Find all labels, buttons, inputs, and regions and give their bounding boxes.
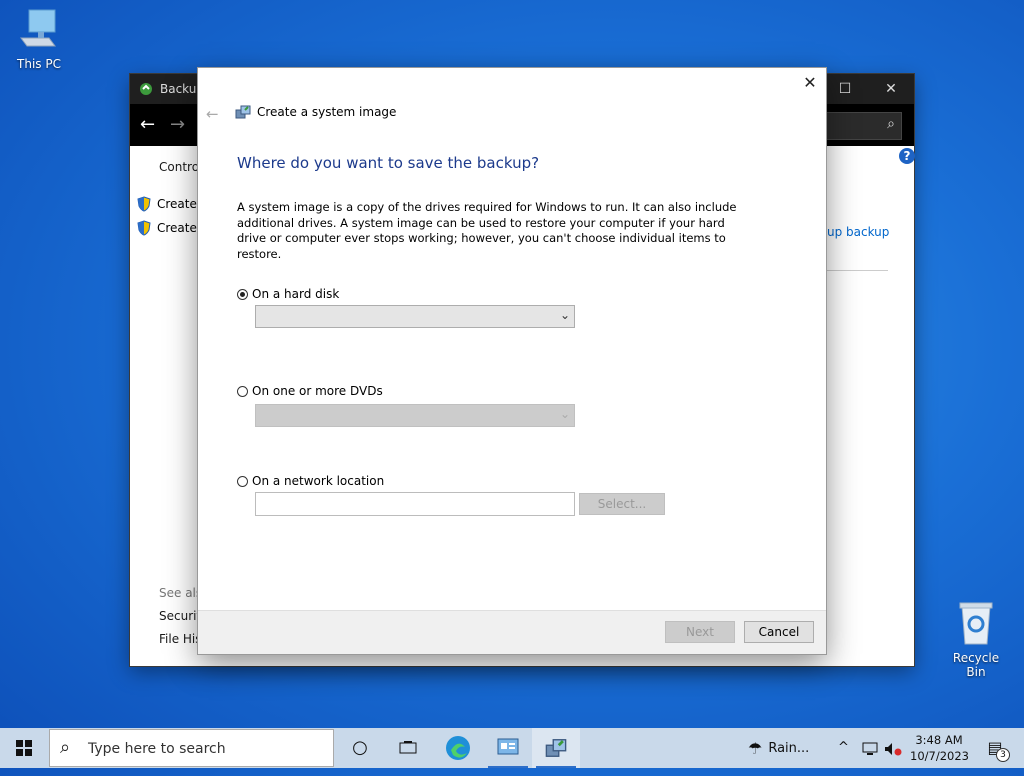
option-hard-disk[interactable]: On a hard disk — [237, 287, 339, 301]
system-image-icon — [545, 739, 567, 757]
uac-shield-icon — [137, 220, 151, 236]
network-tray-button[interactable] — [862, 728, 878, 768]
recycle-bin-icon — [959, 602, 993, 645]
help-icon[interactable]: ? — [899, 148, 915, 164]
control-panel-icon — [497, 738, 519, 755]
search-icon: ⌕ — [887, 116, 895, 132]
recycle-bin-label: Recycle Bin — [952, 651, 1000, 679]
create-system-image-dialog: ✕ ← Create a system image Where do you w… — [198, 68, 826, 654]
control-panel-home-link[interactable]: Control — [159, 160, 202, 174]
hard-disk-dropdown[interactable]: ⌄ — [255, 305, 575, 328]
this-pc-label: This PC — [17, 57, 61, 71]
show-hidden-icons-button[interactable]: ^ — [838, 728, 849, 768]
cortana-circle-icon: ○ — [352, 737, 368, 758]
dvds-label: On one or more DVDs — [252, 384, 383, 398]
dvds-radio[interactable] — [237, 385, 248, 397]
search-placeholder: Type here to search — [88, 741, 226, 757]
chevron-down-icon: ⌄ — [559, 308, 570, 322]
cancel-button[interactable]: Cancel — [744, 621, 814, 643]
clock[interactable]: 3:48 AM 10/7/2023 — [910, 728, 969, 772]
system-image-taskbar-button[interactable] — [532, 728, 580, 768]
dialog-footer: Next Cancel — [198, 610, 826, 654]
option-dvds[interactable]: On one or more DVDs — [237, 384, 383, 398]
weather-widget[interactable]: ☂ Rain... — [748, 728, 809, 768]
network-location-input[interactable] — [255, 492, 575, 516]
rain-umbrella-icon: ☂ — [748, 738, 763, 758]
notification-count: 3 — [996, 748, 1010, 762]
back-arrow-icon[interactable]: ← — [140, 114, 155, 135]
dvds-dropdown[interactable]: ⌄ — [255, 404, 575, 427]
computer-icon — [20, 9, 56, 47]
uac-shield-icon — [137, 196, 151, 212]
back-arrow-icon: ← — [206, 105, 219, 123]
taskbar-search-box[interactable]: ⌕ Type here to search — [49, 729, 334, 767]
taskbar: ⌕ Type here to search ○ ☂ Rain... ^ 3:48… — [0, 728, 1024, 768]
volume-tray-button[interactable] — [884, 728, 902, 768]
divider — [826, 270, 888, 271]
search-icon: ⌕ — [60, 737, 71, 758]
task-view-icon — [399, 741, 417, 754]
volume-muted-icon — [885, 742, 902, 755]
task-view-button[interactable] — [384, 728, 432, 768]
network-icon — [862, 742, 878, 755]
system-image-icon — [235, 105, 251, 119]
next-button[interactable]: Next — [665, 621, 735, 643]
dialog-header: Create a system image — [235, 104, 396, 120]
dialog-title: Create a system image — [257, 105, 397, 119]
this-pc-desktop-icon[interactable]: This PC — [7, 8, 71, 71]
edge-icon — [446, 736, 470, 760]
hard-disk-label: On a hard disk — [252, 287, 340, 301]
forward-arrow-icon[interactable]: → — [170, 114, 185, 135]
clock-time: 3:48 AM — [915, 733, 963, 747]
clock-date: 10/7/2023 — [910, 749, 969, 763]
option-network[interactable]: On a network location — [237, 474, 384, 488]
windows-logo-icon — [16, 740, 32, 756]
recycle-bin-desktop-icon[interactable]: Recycle Bin — [943, 600, 1009, 679]
control-panel-taskbar-button[interactable] — [484, 728, 532, 768]
dialog-heading: Where do you want to save the backup? — [237, 154, 540, 172]
network-radio[interactable] — [237, 475, 248, 487]
dialog-close-button[interactable]: ✕ — [794, 68, 826, 98]
cortana-button[interactable]: ○ — [336, 728, 384, 768]
dialog-description: A system image is a copy of the drives r… — [237, 200, 737, 261]
start-button[interactable] — [0, 728, 48, 768]
action-center-button[interactable]: ▤ 3 — [982, 728, 1010, 768]
chevron-down-icon: ⌄ — [559, 407, 570, 421]
hard-disk-radio[interactable] — [237, 288, 248, 300]
select-button[interactable]: Select... — [579, 493, 665, 515]
backup-app-icon — [140, 83, 152, 95]
maximize-button[interactable]: ☐ — [822, 74, 868, 104]
chevron-up-icon: ^ — [838, 740, 849, 755]
window-close-button[interactable]: ✕ — [868, 74, 914, 104]
network-label: On a network location — [252, 474, 385, 488]
cp-setup-backup-link[interactable]: up backup — [827, 225, 889, 239]
control-panel-search-box[interactable]: ⌕ — [814, 112, 902, 140]
weather-text: Rain... — [768, 740, 810, 756]
edge-taskbar-button[interactable] — [434, 728, 482, 768]
